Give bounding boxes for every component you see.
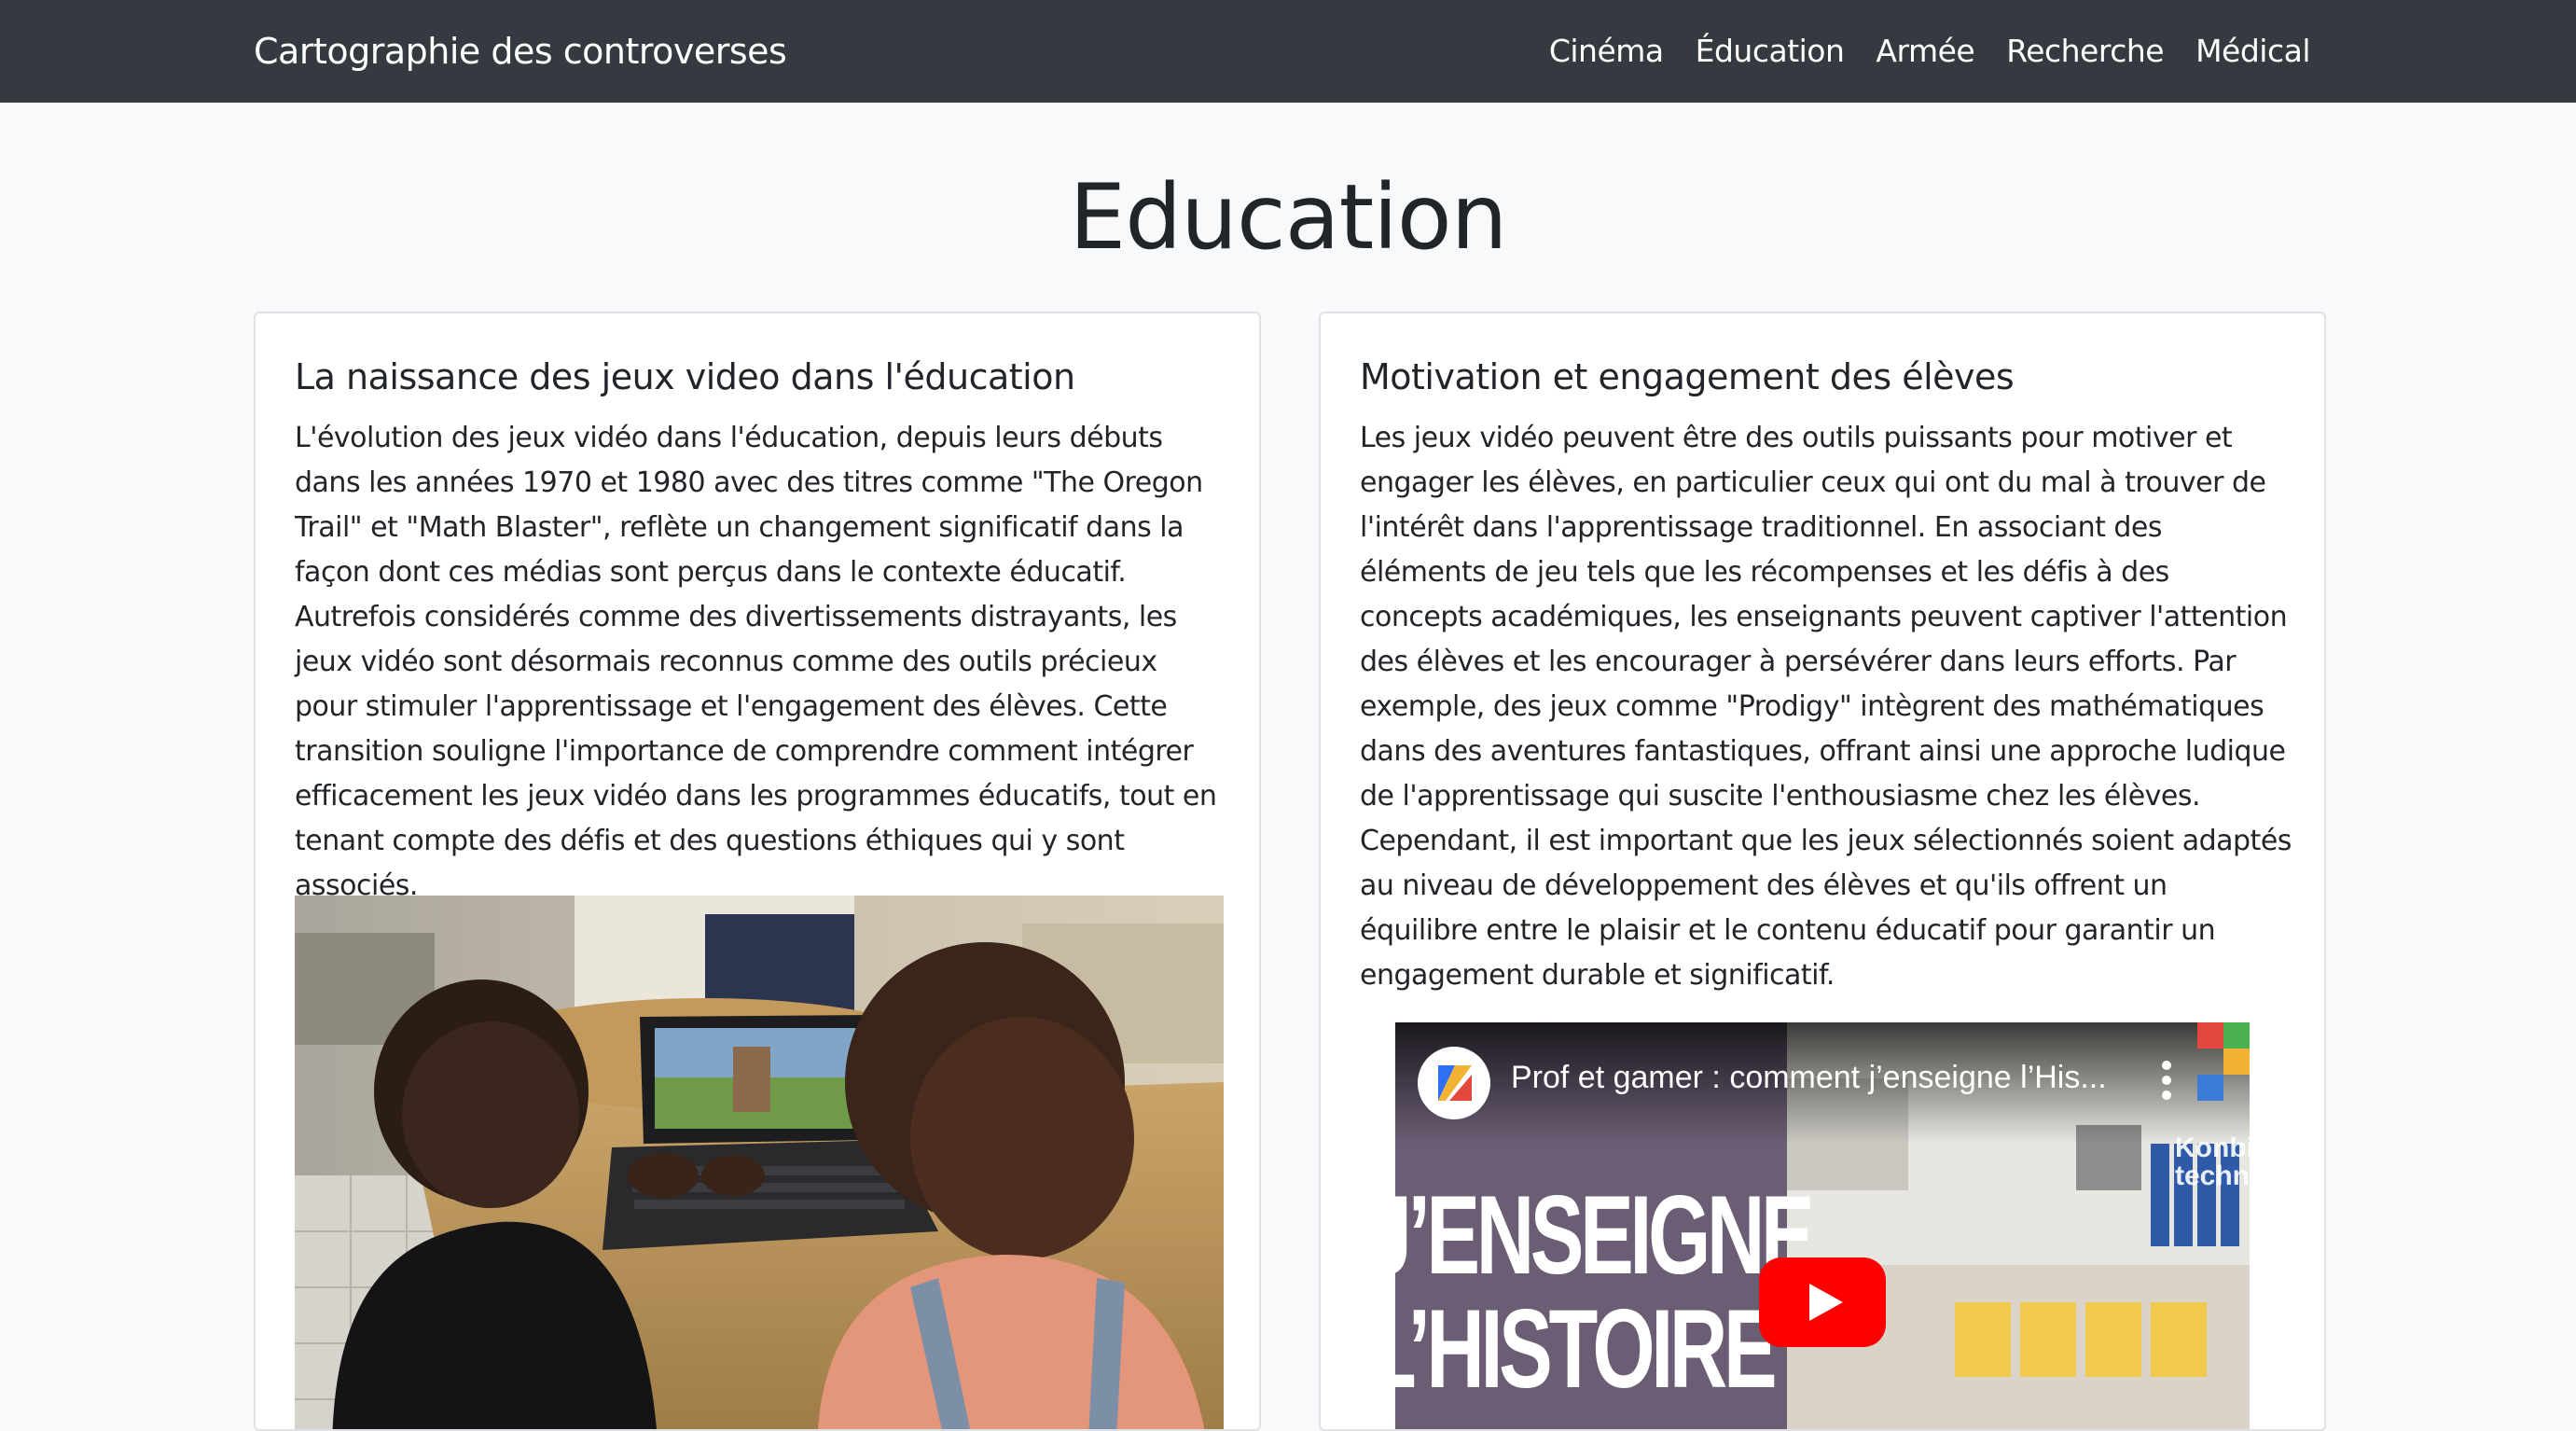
video-overlay-line2: L’HISTOIRE [1395,1286,1778,1411]
nav-link-armee[interactable]: Armée [1876,28,1974,75]
card-title: Motivation et engagement des élèves [1360,356,2015,397]
card-title: La naissance des jeux video dans l'éduca… [295,356,1075,397]
page-title: Education [1069,165,1508,270]
video-embed[interactable]: Prof et gamer : comment j’enseigne l’His… [1395,1022,2250,1429]
video-title[interactable]: Prof et gamer : comment j’enseigne l’His… [1511,1060,2107,1096]
nav-link-cinema[interactable]: Cinéma [1549,28,1664,75]
channel-logo[interactable] [1418,1047,1490,1119]
more-options-icon[interactable] [2160,1060,2173,1101]
video-overlay-line1: J’ENSEIGNE [1395,1173,1815,1298]
channel-watermark: Konbini techno [2175,1134,2250,1191]
classroom-photo [295,896,1224,1429]
navbar: Cartographie des controverses Cinéma Édu… [0,0,2576,103]
nav-link-recherche[interactable]: Recherche [2006,28,2164,75]
card-motivation: Motivation et engagement des élèves Les … [1319,312,2326,1431]
card-text: Les jeux vidéo peuvent être des outils p… [1360,422,2292,992]
card-history: La naissance des jeux video dans l'éduca… [254,312,1261,1431]
nav-links: Cinéma Éducation Armée Recherche Médical [1549,28,2311,75]
brand-link[interactable]: Cartographie des controverses [254,28,787,75]
card-text: L'évolution des jeux vidéo dans l'éducat… [295,422,1217,902]
nav-link-medical[interactable]: Médical [2195,28,2310,75]
nav-link-education[interactable]: Éducation [1696,28,1845,75]
play-button-icon[interactable] [1759,1257,1886,1347]
